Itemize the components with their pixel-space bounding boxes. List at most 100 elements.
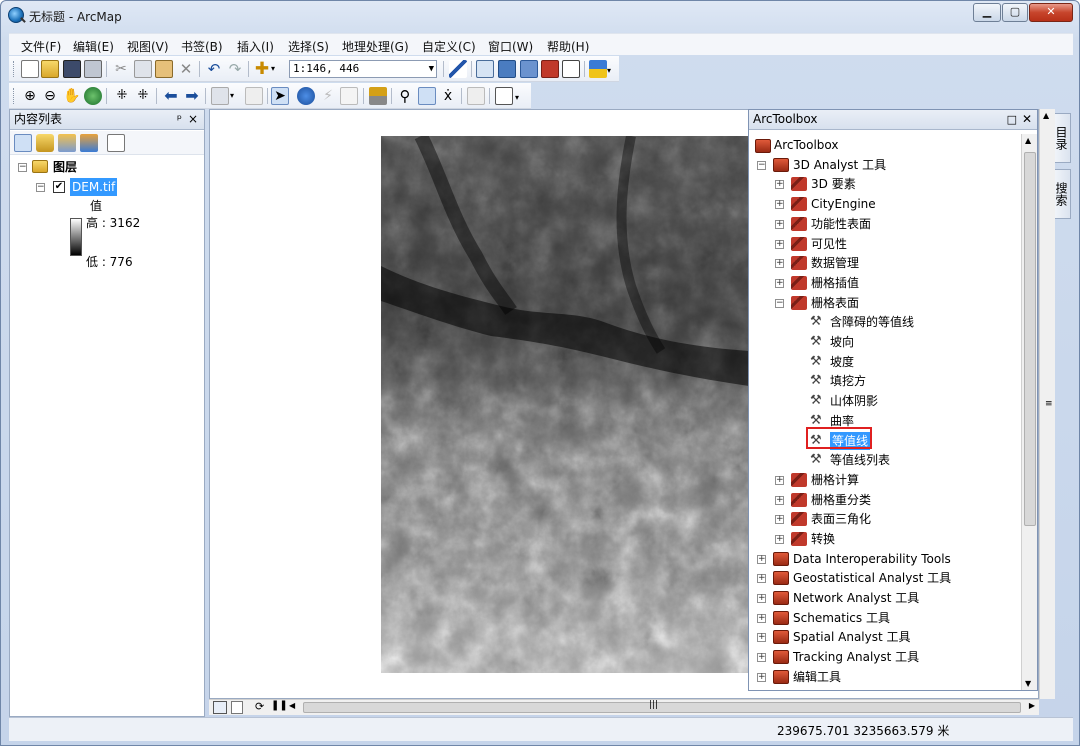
back-arrow-icon[interactable]: ⬅ [162, 87, 180, 105]
toolbar-grip[interactable] [13, 61, 16, 77]
toolbox-item[interactable]: Tracking Analyst 工具 [793, 648, 919, 666]
scroll-left-icon[interactable]: ◀ [289, 701, 295, 710]
cut-icon[interactable]: ✂ [112, 60, 130, 78]
expand-icon[interactable]: + [775, 180, 784, 189]
options-icon[interactable] [107, 134, 125, 152]
catalog-window-icon[interactable] [498, 60, 516, 78]
find-binoculars-icon[interactable]: ⚲ [396, 87, 414, 105]
toolbox-item[interactable]: Data Interoperability Tools [793, 550, 951, 568]
forward-arrow-icon[interactable]: ➡ [183, 87, 201, 105]
toolbox-item[interactable]: 编辑工具 [793, 668, 841, 686]
create-viewer-window-icon[interactable] [495, 87, 513, 105]
tool-item[interactable]: 含障碍的等值线 [830, 313, 914, 331]
expand-icon[interactable]: + [775, 535, 784, 544]
expand-icon[interactable]: + [757, 633, 766, 642]
menu-edit[interactable]: 编辑(E) [73, 38, 114, 55]
close-icon[interactable]: ✕ [1022, 110, 1032, 129]
toolbox-item[interactable]: Spatial Analyst 工具 [793, 628, 911, 646]
measure-icon[interactable] [369, 87, 387, 105]
hyperlink-icon[interactable]: ⚡ [319, 87, 337, 105]
expand-icon[interactable]: + [757, 673, 766, 682]
undo-icon[interactable]: ↶ [205, 60, 223, 78]
tool-item[interactable]: 坡向 [830, 333, 854, 351]
identify-icon[interactable] [297, 87, 315, 105]
menu-file[interactable]: 文件(F) [21, 38, 61, 55]
python-window-icon[interactable] [562, 60, 580, 78]
list-by-source-icon[interactable] [36, 134, 54, 152]
expand-icon[interactable]: + [757, 574, 766, 583]
find-route-icon[interactable] [418, 87, 436, 105]
layout-view-icon[interactable] [231, 701, 243, 714]
expand-icon[interactable]: + [775, 240, 784, 249]
close-icon[interactable]: × [188, 110, 198, 129]
expand-icon[interactable]: + [775, 200, 784, 209]
map-vertical-scrollbar[interactable]: ▲ ≡ [1039, 109, 1055, 699]
pin-icon[interactable]: ᵖ [177, 110, 182, 129]
tool-item[interactable]: 填挖方 [830, 372, 866, 390]
toolbar-grip[interactable] [13, 88, 16, 104]
refresh-icon[interactable]: ⟳ [255, 700, 264, 713]
toolset-item[interactable]: 栅格计算 [811, 471, 859, 489]
fixed-zoom-in-icon[interactable]: ⁜ [113, 87, 131, 105]
layer-visibility-checkbox[interactable]: ✔ [53, 181, 65, 193]
menu-help[interactable]: 帮助(H) [547, 38, 589, 55]
open-folder-icon[interactable] [41, 60, 59, 78]
search-window-icon[interactable] [520, 60, 538, 78]
redo-icon[interactable]: ↷ [226, 60, 244, 78]
toolbox-item[interactable]: Schematics 工具 [793, 609, 890, 627]
add-data-icon[interactable]: ✚ [253, 60, 271, 78]
menu-customize[interactable]: 自定义(C) [422, 38, 476, 55]
expand-icon[interactable]: + [775, 476, 784, 485]
table-of-contents-icon[interactable] [476, 60, 494, 78]
scroll-up-icon[interactable]: ▲ [1043, 111, 1049, 120]
list-by-visibility-icon[interactable] [58, 134, 76, 152]
scrollbar-thumb[interactable] [1024, 152, 1036, 526]
toolbar-options-icon[interactable]: ▾ [607, 60, 617, 78]
toolset-item[interactable]: 栅格插值 [811, 274, 859, 292]
select-dropdown-icon[interactable]: ▾ [230, 87, 240, 105]
toolset-item[interactable]: 数据管理 [811, 254, 859, 272]
menu-insert[interactable]: 插入(I) [237, 38, 274, 55]
clear-selection-icon[interactable] [245, 87, 263, 105]
minimize-button[interactable]: ▁ [973, 3, 1001, 22]
expand-icon[interactable]: + [775, 496, 784, 505]
expand-icon[interactable]: + [757, 594, 766, 603]
list-by-selection-icon[interactable] [80, 134, 98, 152]
toolset-item[interactable]: 栅格重分类 [811, 491, 871, 509]
toolbox-vertical-scrollbar[interactable]: ▲ ▼ [1021, 134, 1037, 690]
menu-selection[interactable]: 选择(S) [288, 38, 329, 55]
maximize-icon[interactable]: □ [1007, 110, 1017, 129]
tool-item[interactable]: 山体阴影 [830, 392, 878, 410]
close-button[interactable]: ✕ [1029, 3, 1073, 22]
pause-drawing-icon[interactable]: ❚❚ [271, 700, 288, 711]
select-elements-arrow-icon[interactable]: ➤ [271, 87, 289, 105]
collapse-icon[interactable]: − [18, 163, 27, 172]
add-data-dropdown-icon[interactable]: ▾ [271, 60, 281, 78]
copy-icon[interactable] [134, 60, 152, 78]
modelbuilder-icon[interactable] [589, 60, 607, 78]
toolset-item[interactable]: CityEngine [811, 195, 876, 213]
full-extent-globe-icon[interactable] [84, 87, 102, 105]
toolbox-item[interactable]: 3D Analyst 工具 [793, 156, 886, 174]
toolset-item[interactable]: 3D 要素 [811, 175, 856, 193]
editor-toolbar-icon[interactable] [449, 60, 467, 78]
layer-name-dem[interactable]: DEM.tif [70, 178, 118, 196]
list-by-drawing-order-icon[interactable] [14, 134, 32, 152]
toolset-item[interactable]: 表面三角化 [811, 510, 871, 528]
menu-bookmarks[interactable]: 书签(B) [181, 38, 223, 55]
save-icon[interactable] [63, 60, 81, 78]
toolbox-item[interactable]: Network Analyst 工具 [793, 589, 919, 607]
collapse-icon[interactable]: − [36, 183, 45, 192]
fixed-zoom-out-icon[interactable]: ⁜ [134, 87, 152, 105]
arctoolbox-root-label[interactable]: ArcToolbox [774, 136, 838, 154]
data-view-icon[interactable] [213, 701, 227, 714]
tool-item[interactable]: 等值线列表 [830, 451, 890, 469]
menu-windows[interactable]: 窗口(W) [488, 38, 533, 55]
toolset-item[interactable]: 可见性 [811, 235, 847, 253]
toolbar-options-icon[interactable]: ▾ [515, 87, 525, 105]
map-scale-box[interactable]: 1:146, 446 ▼ [289, 60, 437, 78]
expand-icon[interactable]: + [757, 614, 766, 623]
toolset-item[interactable]: 转换 [811, 530, 835, 548]
zoom-in-icon[interactable]: ⊕ [21, 87, 39, 105]
scroll-up-icon[interactable]: ▲ [1025, 136, 1031, 145]
